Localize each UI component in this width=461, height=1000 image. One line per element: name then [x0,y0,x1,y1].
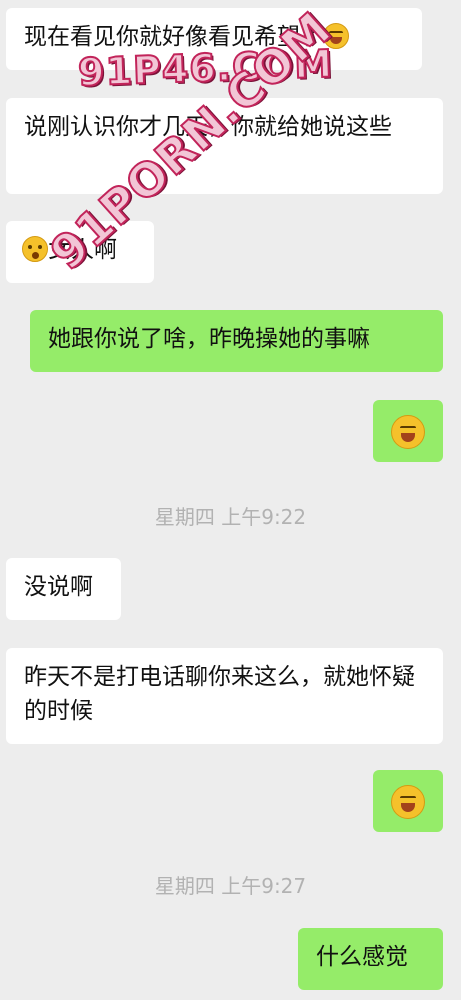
message-text: 现在看见你就好像看见希望了 [24,24,323,50]
message-text: 说刚认识你才几天，你就给她说这些 [24,114,392,140]
message-bubble-outgoing[interactable]: 她跟你说了啥，昨晚操她的事嘛 [30,310,443,372]
laughing-crying-emoji-icon [323,23,349,49]
message-bubble-incoming[interactable]: 现在看见你就好像看见希望了 [6,8,422,70]
message-text: 昨天不是打电话聊你来这么，就她怀疑的时候 [24,664,415,724]
timestamp: 星期四 上午9:22 [154,505,307,529]
laughing-crying-emoji-icon [391,414,425,449]
message-bubble-incoming[interactable]: 说刚认识你才几天，你就给她说这些 [6,98,443,194]
message-bubble-incoming[interactable]: 没说啊 [6,558,121,620]
message-bubble-incoming[interactable]: 女人啊 [6,221,154,283]
message-bubble-outgoing[interactable] [373,770,443,832]
message-text: 没说啊 [24,574,93,600]
message-text: 什么感觉 [316,944,408,970]
laughing-crying-emoji-icon [391,784,425,819]
message-bubble-incoming[interactable]: 昨天不是打电话聊你来这么，就她怀疑的时候 [6,648,443,744]
message-bubble-outgoing[interactable] [373,400,443,462]
frown-emoji-icon [22,236,48,262]
timestamp: 星期四 上午9:27 [154,874,307,898]
message-bubble-outgoing[interactable]: 什么感觉 [298,928,443,990]
message-text: 她跟你说了啥，昨晚操她的事嘛 [48,326,370,352]
message-text: 女人啊 [48,237,117,263]
